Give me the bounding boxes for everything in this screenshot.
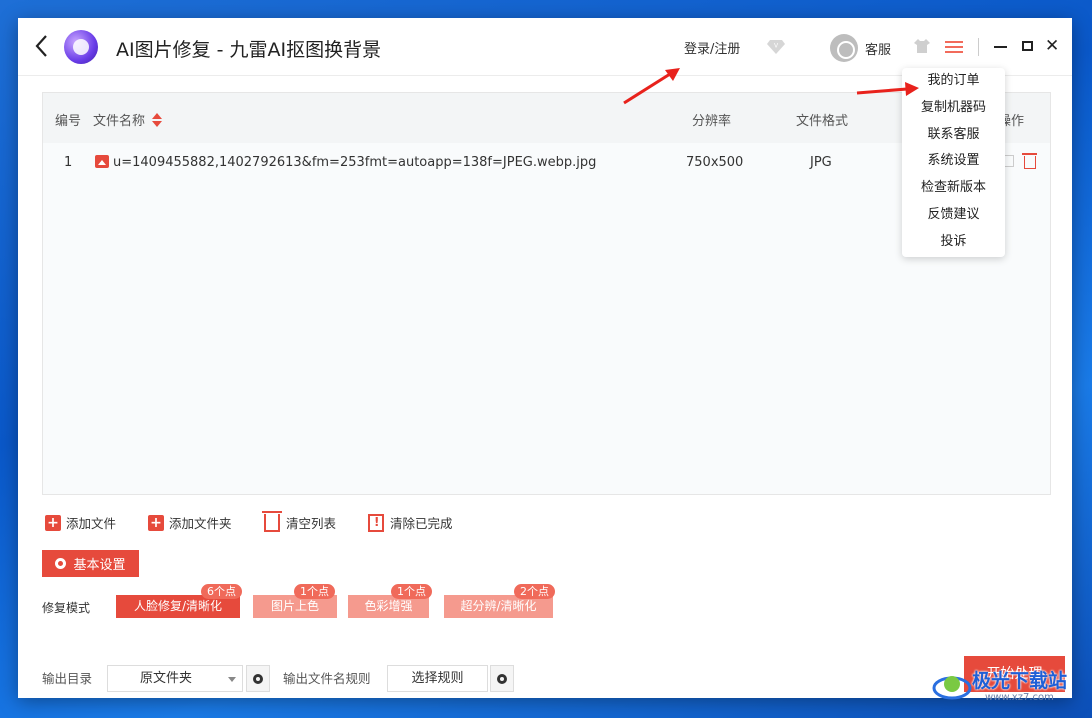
skin-shirt-icon[interactable] bbox=[914, 39, 930, 53]
vip-diamond-icon[interactable]: V bbox=[766, 36, 786, 56]
add-folder-icon: + bbox=[148, 514, 164, 531]
menu-item-complaint[interactable]: 投诉 bbox=[902, 229, 1005, 256]
basic-settings-label: 基本设置 bbox=[73, 558, 126, 573]
file-list-header: 编号 文件名称 分辨率 文件格式 操作 bbox=[43, 93, 1050, 143]
clear-list-label: 清空列表 bbox=[286, 516, 337, 531]
add-file-label: 添加文件 bbox=[66, 516, 117, 531]
menu-item-contact-service[interactable]: 联系客服 bbox=[902, 122, 1005, 149]
watermark-url: www.xz7.com bbox=[985, 692, 1054, 703]
app-window: AI图片修复 - 九雷AI抠图换背景 登录/注册 V 客服 ✕ 编号 文件名称 … bbox=[18, 18, 1072, 698]
col-resolution: 分辨率 bbox=[692, 114, 732, 129]
row-index: 1 bbox=[64, 155, 73, 170]
clear-list-button[interactable]: 清空列表 bbox=[262, 510, 337, 532]
add-file-button[interactable]: + 添加文件 bbox=[45, 513, 116, 532]
login-register-link[interactable]: 登录/注册 bbox=[684, 38, 740, 57]
repair-mode-label: 修复模式 bbox=[42, 601, 91, 615]
hamburger-menu-icon[interactable] bbox=[945, 38, 963, 54]
output-dir-select[interactable]: 原文件夹 bbox=[107, 665, 243, 692]
menu-item-check-update[interactable]: 检查新版本 bbox=[902, 175, 1005, 202]
app-logo bbox=[64, 30, 98, 64]
file-list-panel: 编号 文件名称 分辨率 文件格式 操作 1 u=1409455882,14027… bbox=[42, 92, 1051, 495]
image-file-icon bbox=[95, 155, 109, 168]
mode-badge: 1个点 bbox=[391, 584, 432, 599]
mode-badge: 2个点 bbox=[514, 584, 555, 599]
maximize-button[interactable] bbox=[1022, 41, 1033, 51]
site-watermark: 极光下载站 www.xz7.com bbox=[930, 660, 1090, 716]
minimize-button[interactable] bbox=[994, 46, 1007, 48]
annotation-arrow-login-icon bbox=[623, 68, 680, 105]
add-file-icon: + bbox=[45, 514, 61, 531]
select-rule-button[interactable]: 选择规则 bbox=[387, 665, 488, 692]
col-index: 编号 bbox=[55, 114, 82, 129]
table-row[interactable]: 1 u=1409455882,1402792613&fm=253fmt=auto… bbox=[43, 153, 1050, 177]
close-button[interactable]: ✕ bbox=[1045, 36, 1059, 56]
watermark-text: 极光下载站 bbox=[972, 670, 1068, 692]
gear-icon bbox=[55, 558, 67, 569]
back-arrow-icon[interactable] bbox=[32, 32, 52, 60]
output-rule-gear-icon[interactable] bbox=[490, 665, 514, 692]
output-dir-label: 输出目录 bbox=[42, 671, 93, 686]
title-separator bbox=[978, 38, 979, 56]
menu-item-feedback[interactable]: 反馈建议 bbox=[902, 202, 1005, 229]
output-rule-label: 输出文件名规则 bbox=[283, 671, 371, 686]
customer-service-icon[interactable] bbox=[830, 34, 858, 62]
menu-item-system-settings[interactable]: 系统设置 bbox=[902, 148, 1005, 175]
clear-done-label: 清除已完成 bbox=[390, 516, 453, 531]
output-dir-gear-icon[interactable] bbox=[246, 665, 270, 692]
annotation-arrow-menu-icon bbox=[856, 82, 919, 96]
row-filename-text: u=1409455882,1402792613&fm=253fmt=autoap… bbox=[113, 155, 597, 170]
basic-settings-button[interactable]: 基本设置 bbox=[42, 550, 139, 577]
clear-done-icon bbox=[368, 513, 384, 532]
col-format: 文件格式 bbox=[796, 114, 849, 129]
col-filename[interactable]: 文件名称 bbox=[93, 110, 163, 129]
app-title: AI图片修复 - 九雷AI抠图换背景 bbox=[116, 39, 382, 61]
add-folder-label: 添加文件夹 bbox=[169, 516, 232, 531]
col-filename-label: 文件名称 bbox=[93, 114, 146, 129]
row-resolution: 750x500 bbox=[686, 155, 744, 170]
customer-service-link[interactable]: 客服 bbox=[865, 39, 891, 58]
watermark-logo-icon bbox=[932, 676, 972, 700]
mode-badge: 1个点 bbox=[294, 584, 335, 599]
clear-done-button[interactable]: 清除已完成 bbox=[368, 513, 453, 532]
mode-badge: 6个点 bbox=[201, 584, 242, 599]
row-filename: u=1409455882,1402792613&fm=253fmt=autoap… bbox=[95, 155, 596, 170]
trash-icon bbox=[262, 510, 282, 532]
row-format: JPG bbox=[810, 155, 832, 170]
sort-icon[interactable] bbox=[152, 113, 163, 127]
add-folder-button[interactable]: + 添加文件夹 bbox=[148, 513, 232, 532]
delete-row-icon[interactable] bbox=[1022, 153, 1037, 169]
